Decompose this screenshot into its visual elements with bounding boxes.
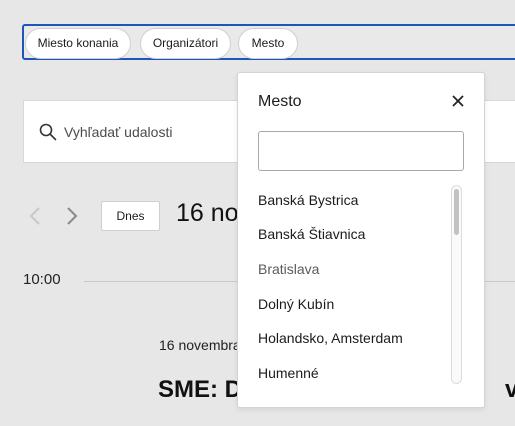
city-option[interactable]: Bratislava xyxy=(258,261,319,277)
city-option[interactable]: Banská Štiavnica xyxy=(258,226,365,242)
time-slot-label: 10:00 xyxy=(23,271,61,288)
today-button[interactable]: Dnes xyxy=(101,201,160,231)
close-icon[interactable] xyxy=(451,94,465,108)
city-filter-dropdown: Mesto Banská Bystrica Banská Štiavnica B… xyxy=(237,72,485,408)
current-date-heading: 16 no xyxy=(176,199,239,227)
dropdown-title: Mesto xyxy=(258,93,302,110)
dropdown-scrollbar[interactable] xyxy=(451,185,462,384)
filter-chip-venue[interactable]: Miesto konania xyxy=(25,28,131,59)
city-option[interactable]: Dolný Kubín xyxy=(258,296,334,312)
event-date: 16 novembra xyxy=(159,337,241,353)
city-option[interactable]: Holandsko, Amsterdam xyxy=(258,330,403,346)
city-search-input[interactable] xyxy=(258,131,464,171)
chevron-left-icon[interactable] xyxy=(27,205,43,227)
filter-chip-city[interactable]: Mesto xyxy=(238,28,298,59)
scrollbar-thumb[interactable] xyxy=(454,189,459,235)
event-title-start: SME: D xyxy=(158,376,242,403)
search-icon xyxy=(39,123,57,141)
city-option[interactable]: Banská Bystrica xyxy=(258,192,358,208)
city-option[interactable]: Humenné xyxy=(258,365,319,381)
search-input[interactable] xyxy=(64,119,234,145)
filter-bar: Miesto konania Organizátori Mesto xyxy=(22,24,515,60)
events-page: Miesto konania Organizátori Mesto Dnes 1… xyxy=(0,0,515,426)
city-option-list: Banská Bystrica Banská Štiavnica Bratisl… xyxy=(238,183,450,383)
chevron-right-icon[interactable] xyxy=(64,205,80,227)
event-title-end: väz xyxy=(505,376,515,403)
filter-chip-organizers[interactable]: Organizátori xyxy=(140,28,231,59)
